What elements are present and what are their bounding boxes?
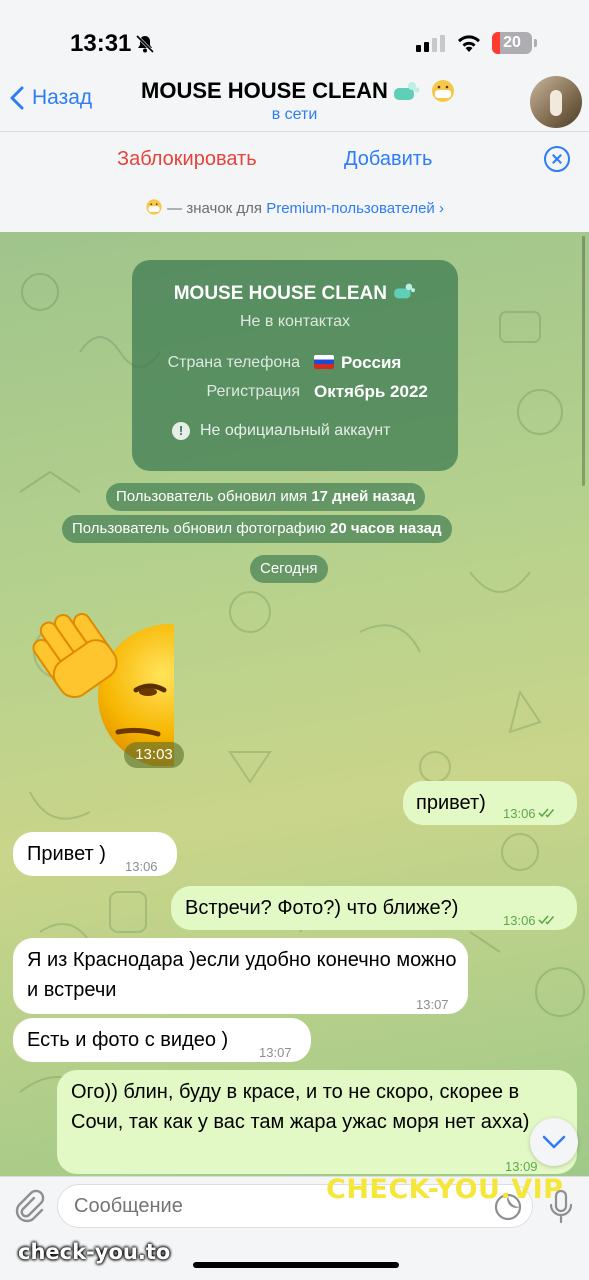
double-check-icon	[537, 808, 554, 818]
service-name-prefix: Пользователь обновил имя	[116, 488, 312, 505]
message-bubble[interactable]: Встречи? Фото?) что ближе?) 13:06	[171, 886, 577, 930]
info-card-title-text: MOUSE HOUSE CLEAN	[173, 283, 387, 304]
country-value-text: Россия	[341, 353, 402, 372]
message-meta: 13:06	[503, 799, 558, 829]
message-time: 13:06	[125, 859, 158, 874]
close-icon[interactable]	[544, 146, 570, 172]
registration-label: Регистрация	[206, 383, 300, 400]
info-card-subtitle: Не в контактах	[239, 313, 351, 330]
country-label: Страна телефона	[167, 354, 300, 371]
message-bubble[interactable]: Привет ) 13:06	[13, 832, 177, 876]
message-text: Привет )	[27, 843, 106, 865]
message-time: 13:06	[503, 913, 536, 928]
battery-indicator: 20	[492, 32, 532, 54]
wifi-icon	[458, 35, 480, 52]
service-name-update: Пользователь обновил имя 17 дней назад	[106, 483, 426, 511]
message-text: Встречи? Фото?) что ближе?)	[185, 897, 459, 919]
scrollbar[interactable]	[582, 236, 585, 486]
soap-emoji-icon	[393, 82, 420, 100]
message-text: Ого)) блин, буду в красе, и то не скоро,…	[71, 1081, 530, 1133]
clock: 13:31	[70, 30, 132, 57]
cellular-signal-icon	[416, 35, 445, 52]
chat-title[interactable]: MOUSE HOUSE CLEAN	[141, 78, 456, 104]
message-text: Есть и фото с видео )	[27, 1029, 229, 1051]
message-meta: 13:06	[503, 906, 558, 936]
chat-title-text: MOUSE HOUSE CLEAN	[141, 78, 388, 103]
warning-icon: !	[172, 422, 190, 440]
add-contact-button[interactable]: Добавить	[344, 148, 432, 171]
message-time: 13:07	[259, 1045, 292, 1060]
scroll-down-button[interactable]	[530, 1118, 578, 1166]
soap-emoji-icon	[394, 283, 416, 299]
premium-link[interactable]: Premium-пользователей ›	[266, 200, 444, 217]
service-photo-prefix: Пользователь обновил фотографию	[72, 520, 331, 537]
message-bubble[interactable]: Ого)) блин, буду в красе, и то не скоро,…	[57, 1070, 577, 1174]
message-bubble[interactable]: Я из Краснодара )если удобно конечно мож…	[13, 938, 468, 1014]
message-bubble[interactable]: Есть и фото с видео ) 13:07	[13, 1018, 311, 1062]
home-indicator	[193, 1262, 399, 1268]
contact-info-card: MOUSE HOUSE CLEAN Не в контактах Страна …	[132, 260, 458, 471]
unofficial-note: ! Не официальный аккаунт	[172, 422, 390, 440]
battery-nub	[534, 39, 537, 47]
service-photo-update: Пользователь обновил фотографию 20 часов…	[62, 515, 452, 543]
registration-value: Октябрь 2022	[314, 382, 428, 401]
date-separator: Сегодня	[250, 555, 328, 583]
message-time: 13:07	[416, 997, 449, 1012]
action-bar: Заблокировать Добавить	[0, 132, 589, 186]
message-time: 13:06	[503, 806, 536, 821]
status-bar: 13:31 20	[0, 0, 589, 78]
face-mask-emoji-icon	[431, 80, 454, 102]
premium-note-text: — значок для	[163, 200, 267, 217]
block-button[interactable]: Заблокировать	[117, 148, 257, 171]
online-status: в сети	[271, 106, 318, 123]
chat-header: Назад MOUSE HOUSE CLEAN в сети	[0, 70, 589, 132]
message-bubble[interactable]: привет) 13:06	[403, 781, 577, 825]
double-check-icon	[537, 915, 554, 925]
message-text: привет)	[416, 792, 486, 814]
sticker-time: 13:03	[124, 742, 184, 768]
bell-slash-icon	[135, 34, 155, 54]
info-card-title: MOUSE HOUSE CLEAN	[132, 282, 458, 305]
service-name-time: 17 дней назад	[311, 488, 416, 505]
unofficial-note-text: Не официальный аккаунт	[200, 422, 391, 439]
message-text: Я из Краснодара )если удобно конечно мож…	[27, 949, 457, 1001]
watermark-vip: CHECK-YOU.VIP	[326, 1174, 564, 1205]
face-mask-emoji-icon	[146, 199, 162, 215]
russia-flag-icon	[314, 355, 334, 369]
service-photo-time: 20 часов назад	[330, 520, 442, 537]
watermark-site: check-you.to	[18, 1240, 171, 1264]
chevron-down-icon	[542, 1135, 566, 1149]
paperclip-icon[interactable]	[12, 1189, 46, 1223]
country-value: Россия	[314, 353, 401, 373]
avatar[interactable]	[530, 76, 582, 128]
premium-note: — значок для Premium-пользователей ›	[0, 186, 589, 232]
chat-area[interactable]: MOUSE HOUSE CLEAN Не в контактах Страна …	[0, 232, 589, 1180]
